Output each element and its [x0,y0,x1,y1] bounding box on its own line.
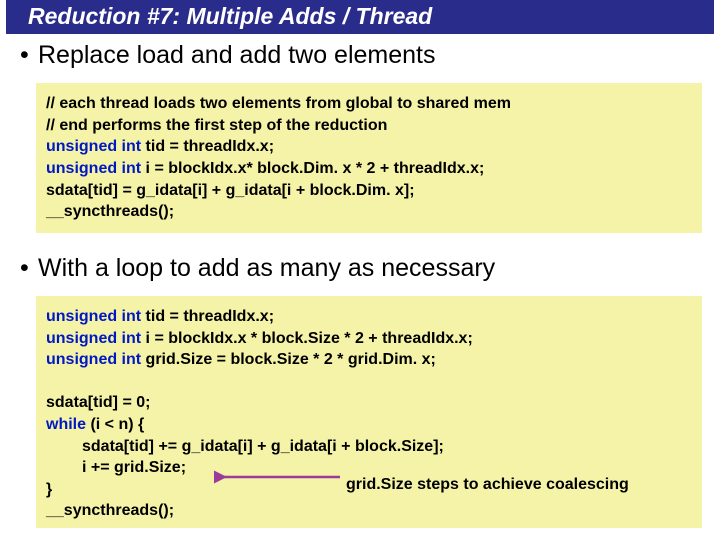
code-keyword: unsigned int [46,330,146,347]
code-line: unsigned int grid.Size = block.Size * 2 … [46,349,696,371]
code-keyword: unsigned int [46,308,146,325]
code-line: unsigned int i = blockIdx.x* block.Dim. … [46,158,696,180]
code-text: tid = threadIdx.x; [146,138,274,155]
code-blank [46,371,696,393]
code-text: i = blockIdx.x* block.Dim. x * 2 + threa… [146,160,485,177]
bullet-mark-icon: • [20,253,38,284]
code-text: i = blockIdx.x * block.Size * 2 + thread… [146,330,473,347]
code-line: sdata[tid] = 0; [46,392,696,414]
code-line: sdata[tid] += g_idata[i] + g_idata[i + b… [46,436,696,458]
code-comment: // each thread loads two elements from g… [46,93,696,115]
bullet-1: •Replace load and add two elements [0,34,720,79]
bullet-2: •With a loop to add as many as necessary [0,247,720,292]
code-line: unsigned int i = blockIdx.x * block.Size… [46,328,696,350]
bullet-mark-icon: • [20,40,38,71]
code-line: unsigned int tid = threadIdx.x; [46,306,696,328]
code-block-1: // each thread loads two elements from g… [36,83,702,233]
bullet-1-text: Replace load and add two elements [38,41,436,69]
code-keyword: unsigned int [46,351,146,368]
slide: Reduction #7: Multiple Adds / Thread •Re… [0,0,720,540]
bullet-2-text: With a loop to add as many as necessary [38,254,495,282]
code-text: grid.Size = block.Size * 2 * grid.Dim. x… [146,351,436,368]
code-line: sdata[tid] = g_idata[i] + g_idata[i + bl… [46,180,696,202]
annotation-text: grid.Size steps to achieve coalescing [346,474,629,496]
code-text: tid = threadIdx.x; [146,308,274,325]
code-keyword: unsigned int [46,138,146,155]
code-line: __syncthreads(); [46,201,696,223]
code-line: unsigned int tid = threadIdx.x; [46,136,696,158]
code-line: while (i < n) { [46,414,696,436]
code-block-2: unsigned int tid = threadIdx.x; unsigned… [36,296,702,528]
code-line: __syncthreads(); [46,500,696,522]
code-keyword: while [46,416,90,433]
slide-title: Reduction #7: Multiple Adds / Thread [6,0,714,34]
code-keyword: unsigned int [46,160,146,177]
code-text: (i < n) { [90,416,144,433]
code-comment: // end performs the first step of the re… [46,115,696,137]
